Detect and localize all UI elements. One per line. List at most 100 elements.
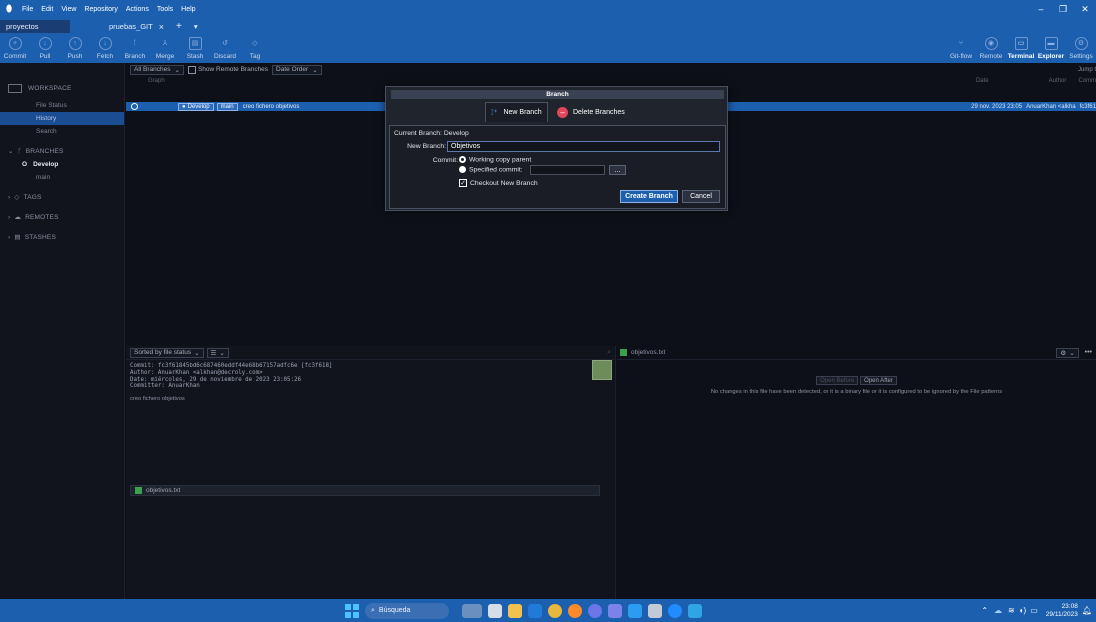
branch-pill-develop[interactable]: ● Develop	[178, 102, 214, 111]
windows-start-icon[interactable]	[345, 603, 359, 618]
sidebar-item-develop[interactable]: O Develop	[0, 158, 124, 171]
tags-header[interactable]: › ◇ TAGS	[0, 190, 124, 204]
merge-button[interactable]: ⅄ Merge	[150, 33, 180, 63]
app-icon[interactable]	[648, 603, 662, 618]
list-icon: ☰	[210, 349, 217, 357]
more-options-icon[interactable]: •••	[1085, 349, 1092, 356]
browse-commit-button[interactable]: ...	[609, 165, 626, 175]
checkout-checkbox[interactable]: ✓ Checkout New Branch	[459, 179, 538, 187]
fetch-icon: ↓	[98, 36, 112, 50]
tab-dropdown-icon[interactable]: ▾	[188, 20, 204, 33]
branch-button[interactable]: ᚴ Branch	[120, 33, 150, 63]
wifi-icon[interactable]: ≋	[1008, 606, 1015, 615]
tray-chevron-up-icon[interactable]: ⌃	[981, 606, 988, 615]
branches-header[interactable]: ⌄ ᚴ BRANCHES	[0, 144, 124, 158]
menu-tools[interactable]: Tools	[153, 6, 177, 13]
taskbar-search-box[interactable]: ⌕ Búsqueda	[365, 602, 449, 619]
fetch-button[interactable]: ↓ Fetch	[90, 33, 120, 63]
gitflow-button[interactable]: ⑂ Git-flow	[946, 33, 976, 63]
close-tab-icon[interactable]: ×	[159, 22, 164, 32]
col-graph[interactable]: Graph	[148, 78, 165, 84]
sort-dropdown[interactable]: Sorted by file status ⌄	[130, 347, 204, 358]
tag-button[interactable]: ◇ Tag	[240, 33, 270, 63]
specified-commit-input[interactable]	[530, 165, 605, 175]
tab-pruebas-git[interactable]: pruebas_GIT ×	[70, 20, 170, 33]
notification-bell-icon[interactable]: 🔔︎	[1082, 606, 1092, 615]
menu-repository[interactable]: Repository	[80, 6, 121, 13]
search-icon[interactable]: ⌕	[607, 349, 611, 357]
mail-icon[interactable]	[688, 603, 702, 618]
explorer-label: Explorer	[1037, 52, 1065, 60]
order-dropdown[interactable]: Date Order ⌄	[272, 64, 322, 75]
battery-icon[interactable]: ▭	[1030, 606, 1038, 615]
working-copy-radio[interactable]: Working copy parent	[459, 156, 531, 163]
branches-filter-dropdown[interactable]: All Branches ⌄	[130, 64, 184, 75]
col-date[interactable]: Date	[976, 78, 989, 84]
maximize-icon[interactable]: ❐	[1052, 0, 1074, 18]
chrome-icon[interactable]	[548, 603, 562, 618]
terminal-button[interactable]: ▭ Terminal	[1006, 33, 1036, 63]
vscode-icon[interactable]	[628, 603, 642, 618]
chevron-right-icon: ›	[8, 213, 11, 221]
sidebar-item-main[interactable]: main	[0, 171, 124, 184]
discard-button[interactable]: ↺ Discard	[210, 33, 240, 63]
menu-actions[interactable]: Actions	[122, 6, 153, 13]
commit-date-line: Date: miércoles, 29 de noviembre de 2023…	[130, 376, 302, 383]
firefox-icon[interactable]	[568, 603, 582, 618]
fetch-label: Fetch	[96, 52, 114, 60]
windows-taskbar: ⌕ Búsqueda ⌃ ☁ ≋ ◖) ▭ 23:08 29/11/2023 🔔…	[0, 599, 1096, 622]
new-branch-input[interactable]: Objetivos	[447, 141, 720, 152]
push-button[interactable]: ↑ Push	[60, 33, 90, 63]
volume-icon[interactable]: ◖)	[1019, 606, 1027, 615]
menu-help[interactable]: Help	[177, 6, 199, 13]
specified-commit-radio[interactable]: Specified commit:	[459, 166, 523, 173]
explorer-button[interactable]: ▬ Explorer	[1036, 33, 1066, 63]
col-commit[interactable]: Comm	[1078, 78, 1096, 84]
open-after-button[interactable]: Open After	[860, 376, 897, 385]
taskview-icon[interactable]	[488, 603, 502, 618]
sidebar-item-search[interactable]: Search	[0, 125, 124, 138]
sourcetree-icon[interactable]	[668, 603, 682, 618]
minimize-icon[interactable]: –	[1030, 0, 1052, 18]
sidebar-item-history[interactable]: History	[0, 112, 124, 125]
branch-pill-main[interactable]: main	[216, 102, 238, 111]
col-author[interactable]: Author	[1049, 78, 1067, 84]
open-before-button[interactable]: Open Before	[816, 376, 859, 385]
commit-button[interactable]: + Commit	[0, 33, 30, 63]
tab-delete-branches[interactable]: – Delete Branches	[552, 102, 630, 122]
file-list-item[interactable]: objetivos.txt	[130, 485, 600, 496]
dialog-title: Branch	[391, 90, 724, 99]
menu-file[interactable]: File	[18, 6, 37, 13]
teams-icon[interactable]	[608, 603, 622, 618]
view-mode-dropdown[interactable]: ☰ ⌄	[206, 347, 229, 358]
diff-options-dropdown[interactable]: ⚙ ⌄	[1056, 347, 1079, 358]
file-explorer-icon[interactable]	[508, 603, 522, 618]
settings-button[interactable]: ⚙ Settings	[1066, 33, 1096, 63]
jump-to-button[interactable]: Jump t	[1078, 67, 1096, 73]
discord-icon[interactable]	[588, 603, 602, 618]
remote-button[interactable]: ◉ Remote	[976, 33, 1006, 63]
add-tab-icon[interactable]: +	[170, 20, 188, 33]
cancel-button[interactable]: Cancel	[682, 190, 720, 203]
pull-button[interactable]: ↓ Pull	[30, 33, 60, 63]
stash-button[interactable]: ▤ Stash	[180, 33, 210, 63]
menu-edit[interactable]: Edit	[37, 6, 57, 13]
onedrive-icon[interactable]: ☁	[994, 606, 1002, 615]
menu-view[interactable]: View	[57, 6, 80, 13]
workspace-header[interactable]: WORKSPACE	[0, 80, 124, 96]
widgets-icon[interactable]	[462, 603, 482, 618]
sort-label: Sorted by file status	[134, 349, 192, 356]
outlook-icon[interactable]	[528, 603, 542, 618]
tab-new-branch[interactable]: ⁞⁺ New Branch	[485, 102, 548, 122]
close-window-icon[interactable]: ✕	[1074, 0, 1096, 18]
sidebar-item-file-status[interactable]: File Status	[0, 99, 124, 112]
merge-icon: ⅄	[162, 40, 168, 47]
clock[interactable]: 23:08 29/11/2023	[1046, 603, 1078, 619]
merge-label: Merge	[155, 52, 175, 60]
remotes-header[interactable]: › ☁ REMOTES	[0, 210, 124, 224]
create-branch-button[interactable]: Create Branch	[620, 190, 678, 203]
tab-proyectos[interactable]: proyectos	[0, 20, 70, 33]
tab-new-branch-label: New Branch	[503, 109, 542, 116]
stashes-header[interactable]: › ▤ STASHES	[0, 230, 124, 244]
show-remote-checkbox[interactable]: Show Remote Branches	[187, 65, 268, 74]
